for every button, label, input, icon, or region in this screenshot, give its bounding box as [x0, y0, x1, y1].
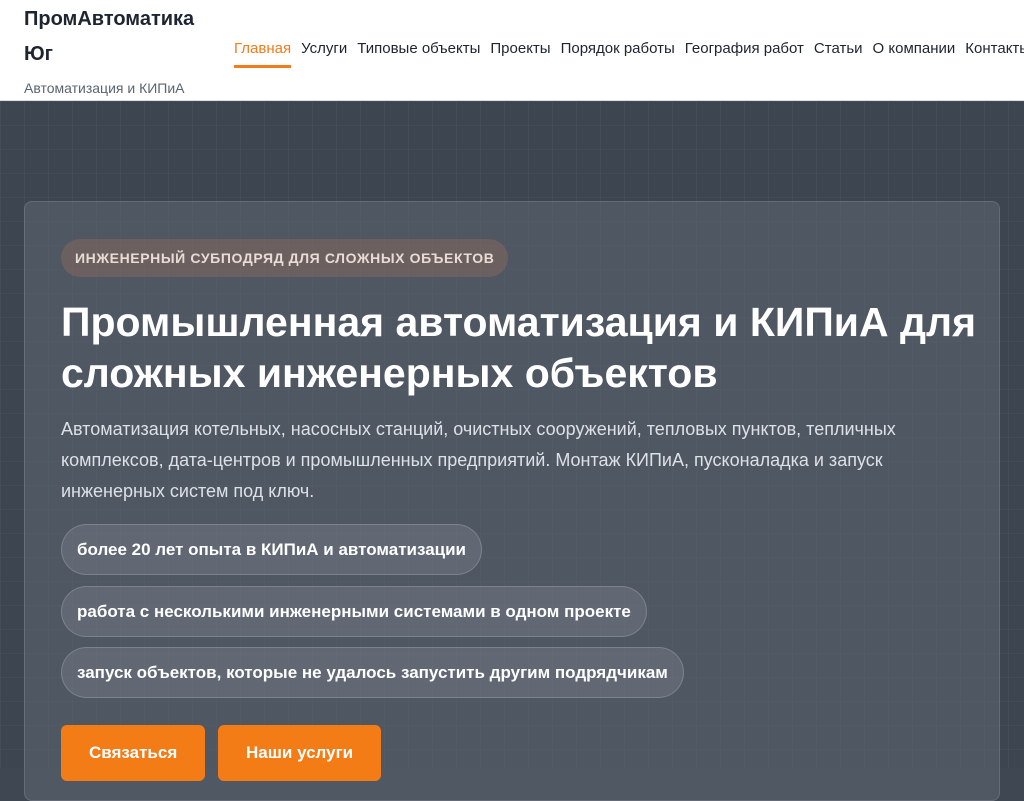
site-header: ПромАвтоматика Юг Автоматизация и КИПиА … [0, 0, 1024, 101]
nav-item-home[interactable]: Главная [234, 37, 292, 68]
highlight-multiple-systems: работа с несколькими инженерными система… [61, 586, 647, 637]
nav-item-geography[interactable]: География работ [685, 37, 804, 68]
hero-title: Промышленная автоматизация и КИПиА для с… [61, 299, 976, 396]
highlight-launch-objects: запуск объектов, которые не удалось запу… [61, 647, 684, 698]
hero-description: Автоматизация котельных, насосных станци… [61, 419, 896, 501]
contact-button[interactable]: Связаться [61, 725, 206, 781]
nav-item-projects[interactable]: Проекты [490, 37, 550, 68]
highlight-experience: более 20 лет опыта в КИПиА и автоматизац… [61, 524, 482, 575]
nav-item-services[interactable]: Услуги [301, 37, 347, 68]
nav-item-about[interactable]: О компании [873, 37, 956, 68]
nav-item-contacts[interactable]: Контакты [965, 37, 1024, 68]
services-button[interactable]: Наши услуги [218, 725, 382, 781]
brand-tagline: Автоматизация и КИПиА [24, 80, 185, 96]
brand-name[interactable]: ПромАвтоматика Юг [24, 2, 224, 72]
brand[interactable]: ПромАвтоматика Юг Автоматизация и КИПиА [24, 2, 224, 97]
nav-item-typical-objects[interactable]: Типовые объекты [357, 37, 480, 68]
main-nav: Главная Услуги Типовые объекты Проекты П… [234, 37, 1024, 68]
hero-eyebrow-badge: Инженерный субподряд для сложных объекто… [61, 239, 509, 277]
nav-item-work-process[interactable]: Порядок работы [561, 37, 675, 68]
nav-item-articles[interactable]: Статьи [814, 37, 863, 68]
